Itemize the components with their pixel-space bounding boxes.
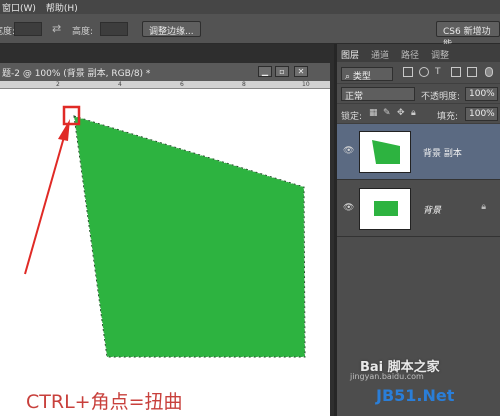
tab-adjustments[interactable]: 调整 [431, 48, 449, 62]
layer-name[interactable]: 背景 副本 [423, 146, 462, 159]
layer-row[interactable]: 👁︎ 背景 🔒︎ [337, 181, 500, 237]
blend-mode-select[interactable]: 正常 [341, 87, 415, 102]
instruction-caption: CTRL+角点=扭曲 [26, 391, 183, 413]
options-bar: 宽度: ⇄ 高度: 调整边缘... CS6 新增功能 [0, 14, 500, 50]
shape-filter-icon[interactable] [451, 67, 461, 77]
height-field[interactable] [100, 22, 128, 36]
filter-kind-select[interactable]: ⌕ 类型 [341, 67, 393, 82]
ruler-tick: 8 [242, 81, 246, 88]
fill-label: 填充: [437, 112, 459, 122]
visibility-eye-icon[interactable]: 👁︎ [343, 146, 354, 156]
watermark-url: jingyan.baidu.com [350, 372, 424, 381]
horizontal-ruler: 2 4 6 8 10 [0, 81, 330, 89]
menu-window[interactable]: 窗口(W) [2, 1, 36, 14]
lock-position-icon[interactable]: ✥ [397, 108, 405, 118]
filter-toggle-icon[interactable] [485, 67, 493, 77]
smart-object-filter-icon[interactable] [467, 67, 477, 77]
canvas[interactable]: CTRL+角点=扭曲 [0, 89, 330, 416]
lock-image-icon[interactable]: ✎ [383, 108, 391, 118]
tab-layers[interactable]: 图层 [341, 48, 359, 62]
tab-channels[interactable]: 通道 [371, 48, 389, 62]
blend-row: 正常 不透明度: 100% [337, 84, 500, 104]
lock-icon: 🔒︎ [481, 202, 486, 212]
width-field[interactable] [14, 22, 42, 36]
width-label: 宽度: [0, 27, 16, 37]
type-filter-icon[interactable]: T [435, 67, 445, 77]
refine-edge-button[interactable]: 调整边缘... [142, 21, 201, 37]
tab-paths[interactable]: 路径 [401, 48, 419, 62]
ruler-tick: 2 [56, 81, 60, 88]
ruler-tick: 4 [118, 81, 122, 88]
lock-transparent-icon[interactable]: ▦ [369, 108, 378, 118]
layer-thumbnail [359, 131, 411, 173]
pixel-filter-icon[interactable] [403, 67, 413, 77]
adjustment-filter-icon[interactable] [419, 67, 429, 77]
visibility-eye-icon[interactable]: 👁︎ [343, 203, 354, 213]
ruler-tick: 6 [180, 81, 184, 88]
document-title: 题-2 @ 100% (背景 副本, RGB/8) * [2, 69, 151, 79]
lock-row: 锁定: ▦ ✎ ✥ 🔒︎ 填充: 100% [337, 104, 500, 124]
lock-all-icon[interactable]: 🔒︎ [411, 108, 416, 118]
layer-row[interactable]: 👁︎ 背景 副本 [337, 124, 500, 180]
layer-thumbnail [359, 188, 411, 230]
workspace-button[interactable]: CS6 新增功能 [436, 21, 500, 50]
ruler-tick: 10 [302, 81, 310, 88]
search-icon: ⌕ [345, 72, 353, 82]
minimize-icon[interactable]: ▁ [258, 66, 272, 77]
menu-help[interactable]: 帮助(H) [46, 1, 78, 14]
swap-dimensions-icon[interactable]: ⇄ [52, 22, 61, 35]
menu-bar: 窗口(W) 帮助(H) [0, 0, 500, 14]
fill-field[interactable]: 100% [465, 107, 498, 121]
lock-label: 锁定: [341, 112, 363, 122]
panel-tabs: 图层 通道 路径 调整 [337, 44, 500, 62]
height-label: 高度: [72, 27, 94, 37]
layer-name[interactable]: 背景 [423, 203, 441, 216]
filter-row: ⌕ 类型 T [337, 64, 500, 84]
opacity-field[interactable]: 100% [465, 87, 498, 101]
restore-icon[interactable]: ▫ [275, 66, 289, 77]
watermark-brand: JB51.Net [376, 386, 455, 405]
document-workspace: 题-2 @ 100% (背景 副本, RGB/8) * ▁ ▫ ✕ 2 4 6 … [0, 44, 334, 416]
close-icon[interactable]: ✕ [294, 66, 308, 77]
opacity-label: 不透明度: [421, 92, 461, 102]
